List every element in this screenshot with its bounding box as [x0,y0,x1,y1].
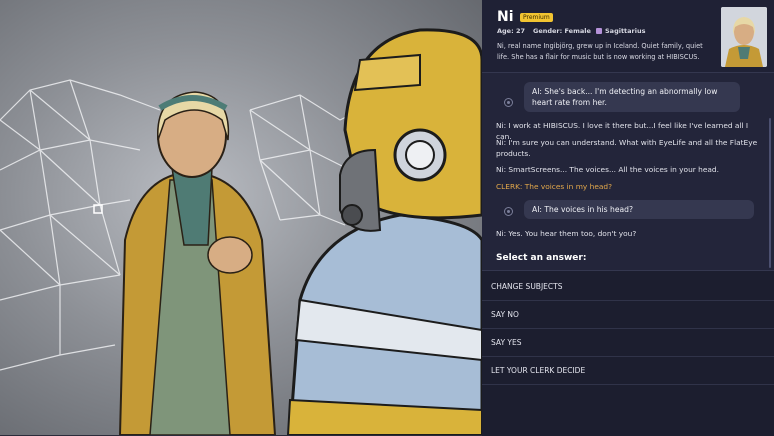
character-name: Ni [497,9,514,25]
answers-title: Select an answer: [496,253,587,263]
dialogue-panel: Ni Premium Age: 27 Gender: Female Sagitt… [482,0,774,436]
character-gender: Gender: Female [533,27,591,35]
ni-line-4: Ni: Yes. You hear them too, don't you? [496,229,637,238]
answer-list: CHANGE SUBJECTS SAY NO SAY YES LET YOUR … [482,270,774,436]
character-age: Age: 27 [497,27,525,35]
clerk-line: CLERK: The voices in my head? [496,182,613,191]
dialogue-scrollbar[interactable] [769,118,771,268]
portrait-image [721,7,767,67]
zodiac-label: Sagittarius [605,27,646,35]
answer-say-no[interactable]: SAY NO [482,301,774,329]
character-portrait [721,7,767,67]
ai-message: AI: The voices in his head? [524,200,754,219]
answer-let-clerk-decide[interactable]: LET YOUR CLERK DECIDE [482,357,774,385]
zodiac-sign: Sagittarius [596,27,645,35]
scene-illustration [0,28,482,435]
ni-line-3: Ni: SmartScreens... The voices... All th… [496,165,719,174]
answer-say-yes[interactable]: SAY YES [482,329,774,357]
ai-icon [504,98,513,107]
ai-icon [504,207,513,216]
ai-message: AI: She's back... I'm detecting an abnor… [524,82,740,112]
premium-badge: Premium [520,13,553,22]
clerk-character [286,28,482,435]
ni-character [118,91,277,435]
answer-change-subjects[interactable]: CHANGE SUBJECTS [482,273,774,301]
game-scene [0,0,482,435]
character-bio: Ni, real name Ingibjörg, grew up in Icel… [497,42,703,61]
zodiac-icon [596,28,602,34]
ni-line-2: Ni: I'm sure you can understand. What wi… [496,138,758,158]
character-profile: Ni Premium Age: 27 Gender: Female Sagitt… [482,0,774,73]
